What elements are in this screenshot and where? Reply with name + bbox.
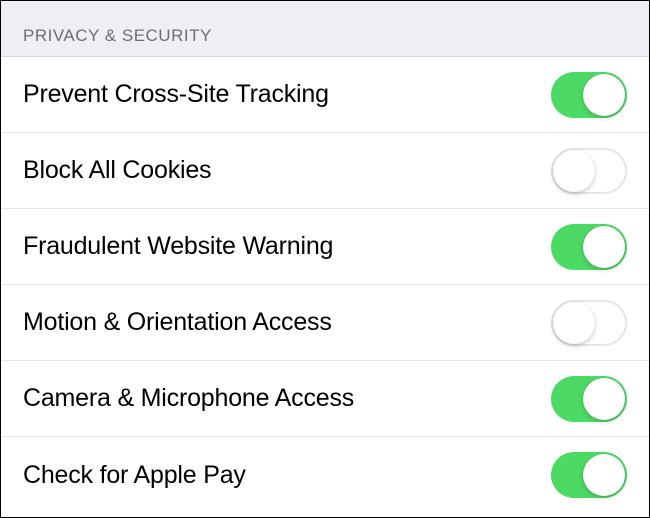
toggle-camera-microphone-access[interactable] <box>551 376 627 422</box>
row-prevent-cross-site-tracking: Prevent Cross-Site Tracking <box>1 57 649 133</box>
toggle-fraudulent-website-warning[interactable] <box>551 224 627 270</box>
row-fraudulent-website-warning: Fraudulent Website Warning <box>1 209 649 285</box>
toggle-knob <box>553 150 595 192</box>
section-header-privacy-security: PRIVACY & SECURITY <box>1 1 649 57</box>
row-label: Block All Cookies <box>23 156 211 185</box>
toggle-knob <box>583 454 625 496</box>
toggle-knob <box>583 74 625 116</box>
toggle-prevent-cross-site-tracking[interactable] <box>551 72 627 118</box>
toggle-knob <box>583 226 625 268</box>
section-title: PRIVACY & SECURITY <box>23 26 212 45</box>
row-check-for-apple-pay: Check for Apple Pay <box>1 437 649 513</box>
toggle-knob <box>553 302 595 344</box>
row-block-all-cookies: Block All Cookies <box>1 133 649 209</box>
toggle-motion-orientation-access[interactable] <box>551 300 627 346</box>
row-label: Check for Apple Pay <box>23 461 246 490</box>
settings-list: Prevent Cross-Site Tracking Block All Co… <box>1 57 649 513</box>
toggle-knob <box>583 378 625 420</box>
row-label: Fraudulent Website Warning <box>23 232 333 261</box>
row-camera-microphone-access: Camera & Microphone Access <box>1 361 649 437</box>
row-label: Motion & Orientation Access <box>23 308 332 337</box>
row-motion-orientation-access: Motion & Orientation Access <box>1 285 649 361</box>
toggle-check-for-apple-pay[interactable] <box>551 452 627 498</box>
row-label: Camera & Microphone Access <box>23 384 354 413</box>
toggle-block-all-cookies[interactable] <box>551 148 627 194</box>
row-label: Prevent Cross-Site Tracking <box>23 80 329 109</box>
